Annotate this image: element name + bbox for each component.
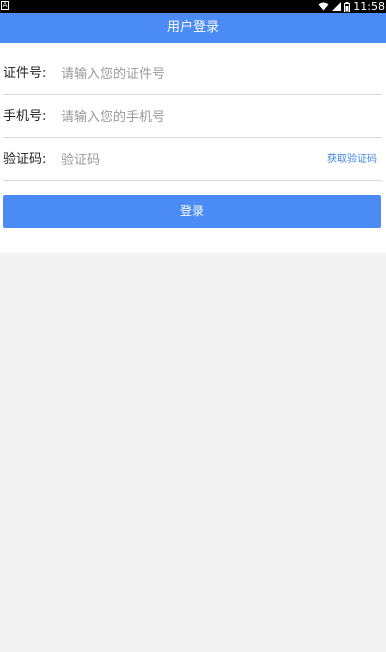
verification-code-input[interactable] [61,149,261,171]
get-code-button[interactable]: 获取验证码 [327,139,377,181]
app-header: 用户登录 [0,13,386,43]
battery-icon [344,1,351,12]
verification-code-row: 验证码: 获取验证码 [3,139,382,181]
phone-input[interactable] [61,106,291,128]
phone-row: 手机号: [3,96,382,138]
id-number-row: 证件号: [3,53,382,95]
page-title: 用户登录 [166,20,219,35]
signal-icon [332,2,342,11]
id-number-input[interactable] [61,63,291,85]
wifi-icon [318,2,329,11]
phone-label: 手机号: [3,109,47,124]
login-button[interactable]: 登录 [3,195,381,228]
status-bar: A 11:58 [0,0,386,13]
id-number-label: 证件号: [3,66,47,81]
status-icons: 11:58 [318,0,386,13]
android-notification-icon: A [1,1,9,10]
verification-code-label: 验证码: [3,152,47,167]
status-time: 11:58 [353,0,385,13]
login-form: 证件号: 手机号: 验证码: 获取验证码 登录 [0,43,386,253]
